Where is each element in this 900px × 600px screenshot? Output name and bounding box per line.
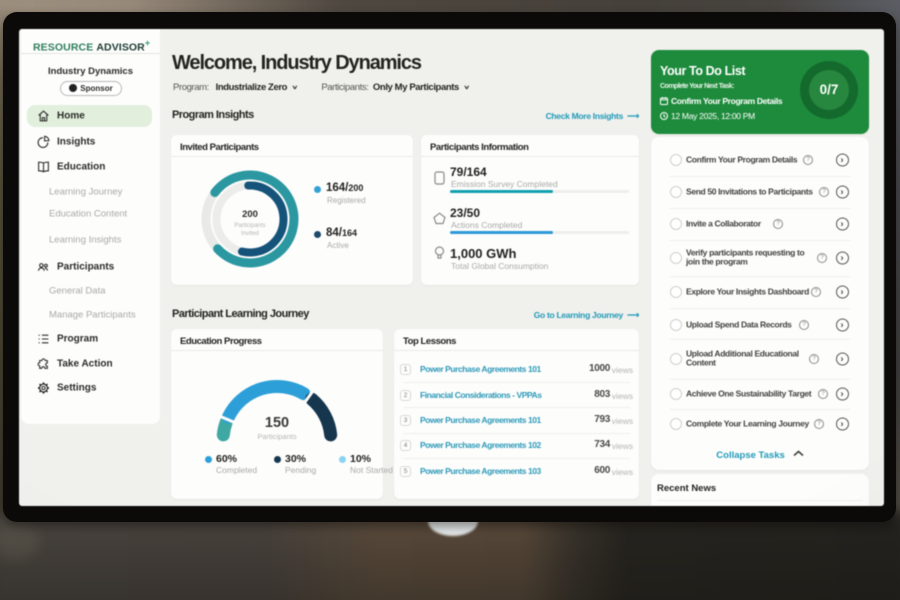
svg-text:Invited: Invited — [241, 231, 259, 237]
svg-text:200: 200 — [242, 209, 258, 220]
svg-text:Participants: Participants — [234, 223, 265, 229]
